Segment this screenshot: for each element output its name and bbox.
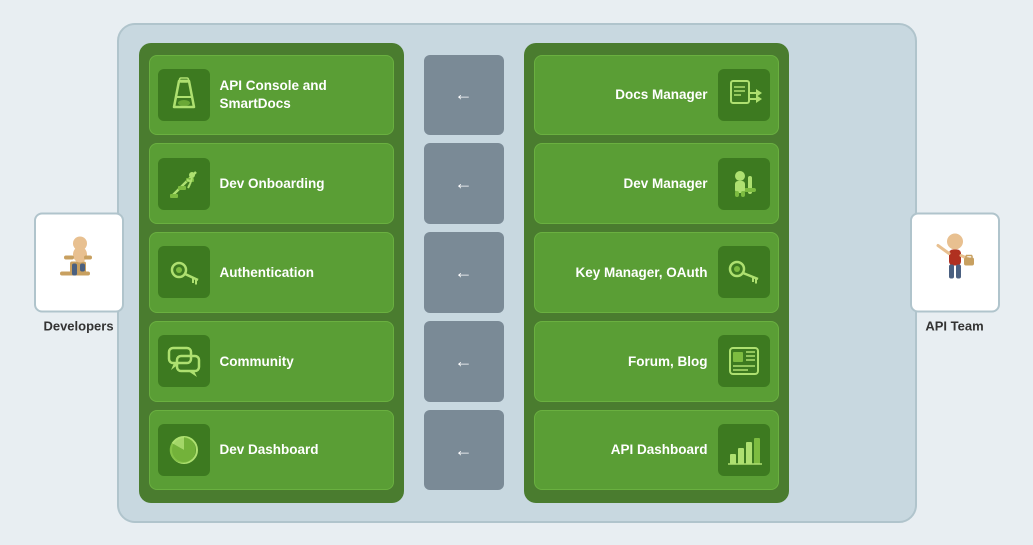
developers-box (34, 212, 124, 312)
pie-chart-icon (158, 424, 210, 476)
key-manager-item: Key Manager, OAuth (534, 232, 779, 313)
right-figure: API Team (910, 212, 1000, 333)
news-svg (726, 343, 762, 379)
person-desk-svg (726, 166, 762, 202)
api-console-item: API Console and SmartDocs (149, 55, 394, 136)
news-icon (718, 335, 770, 387)
pie-chart-svg (166, 432, 202, 468)
key-oauth-icon (718, 246, 770, 298)
docs-manager-label: Docs Manager (615, 86, 707, 104)
bar-chart-icon (718, 424, 770, 476)
developers-label: Developers (43, 318, 113, 333)
docs-manager-item: Docs Manager (534, 55, 779, 136)
arrow-4: ← (424, 321, 504, 402)
arrow-5: ← (424, 410, 504, 491)
dev-onboarding-label: Dev Onboarding (220, 175, 325, 193)
developer-icon (52, 230, 106, 295)
key-manager-label: Key Manager, OAuth (575, 264, 707, 282)
flask-icon (158, 69, 210, 121)
escalator-icon (158, 158, 210, 210)
dev-dashboard-label: Dev Dashboard (220, 441, 319, 459)
chat-svg (166, 343, 202, 379)
left-panel: API Console and SmartDocs (139, 43, 404, 503)
arrow-3: ← (424, 232, 504, 313)
authentication-label: Authentication (220, 264, 315, 282)
left-figure: Developers (34, 212, 124, 333)
dev-dashboard-item: Dev Dashboard (149, 410, 394, 491)
chat-icon (158, 335, 210, 387)
community-item: Community (149, 321, 394, 402)
api-team-icon (928, 230, 982, 295)
dev-manager-label: Dev Manager (623, 175, 707, 193)
arrow-2: ← (424, 143, 504, 224)
main-box: Developers API Console and SmartDocs (117, 23, 917, 523)
key-svg (166, 254, 202, 290)
person-desk-icon (718, 158, 770, 210)
dev-manager-item: Dev Manager (534, 143, 779, 224)
api-team-box (910, 212, 1000, 312)
forum-blog-item: Forum, Blog (534, 321, 779, 402)
key-icon (158, 246, 210, 298)
forum-blog-label: Forum, Blog (628, 353, 708, 371)
bar-chart-svg (726, 432, 762, 468)
community-label: Community (220, 353, 294, 371)
escalator-svg (166, 166, 202, 202)
docs-svg (726, 77, 762, 113)
api-dashboard-label: API Dashboard (611, 441, 708, 459)
api-team-label: API Team (925, 318, 983, 333)
diagram-container: Developers API Console and SmartDocs (27, 13, 1007, 533)
dev-onboarding-item: Dev Onboarding (149, 143, 394, 224)
docs-icon (718, 69, 770, 121)
right-panel: Docs Manager D (524, 43, 789, 503)
authentication-item: Authentication (149, 232, 394, 313)
flask-svg (166, 77, 202, 113)
key-oauth-svg (726, 254, 762, 290)
api-console-label: API Console and SmartDocs (220, 77, 385, 112)
arrow-1: ← (424, 55, 504, 136)
center-connectors: ← ← ← ← ← (404, 43, 524, 503)
api-dashboard-item: API Dashboard (534, 410, 779, 491)
